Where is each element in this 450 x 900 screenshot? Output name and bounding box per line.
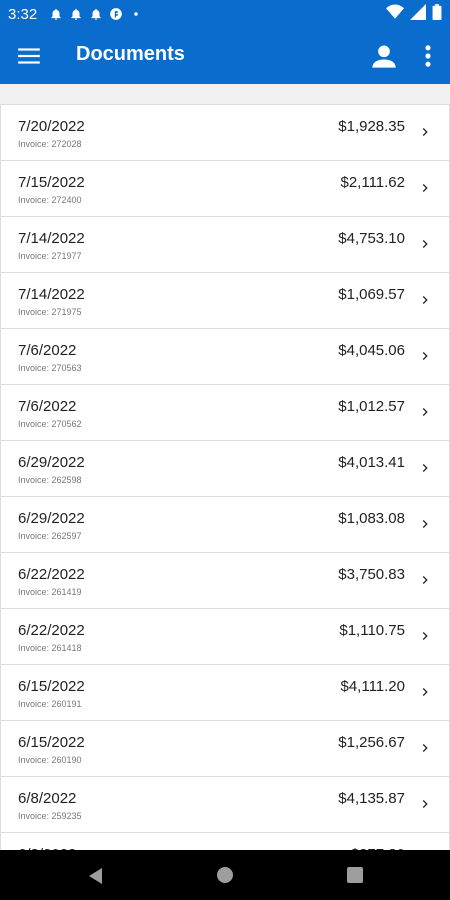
- document-amount: $4,111.20: [340, 678, 405, 695]
- document-amount: $4,013.41: [338, 454, 405, 471]
- document-date: 6/15/2022: [18, 678, 85, 695]
- chevron-right-icon: [422, 352, 428, 360]
- document-row[interactable]: 7/6/2022 Invoice: 270562 $1,012.57: [0, 385, 450, 441]
- document-date: 6/15/2022: [18, 734, 85, 751]
- bell-icon: [91, 8, 101, 20]
- document-date: 6/22/2022: [18, 622, 85, 639]
- invoice-number: Invoice: 261419: [18, 587, 82, 597]
- document-date: 7/20/2022: [18, 118, 85, 135]
- invoice-number: Invoice: 270563: [18, 363, 82, 373]
- document-row[interactable]: 6/22/2022 Invoice: 261418 $1,110.75: [0, 609, 450, 665]
- document-amount: $1,069.57: [338, 286, 405, 303]
- invoice-number: Invoice: 260190: [18, 755, 82, 765]
- back-icon[interactable]: [86, 866, 106, 886]
- document-row[interactable]: 6/29/2022 Invoice: 262598 $4,013.41: [0, 441, 450, 497]
- document-row[interactable]: 6/22/2022 Invoice: 261419 $3,750.83: [0, 553, 450, 609]
- document-row[interactable]: 6/29/2022 Invoice: 262597 $1,083.08: [0, 497, 450, 553]
- document-amount: $1,083.08: [338, 510, 405, 527]
- home-icon[interactable]: [217, 867, 233, 883]
- invoice-number: Invoice: 259235: [18, 811, 82, 821]
- invoice-number: Invoice: 262597: [18, 531, 82, 541]
- page-title: Documents: [76, 43, 185, 65]
- recent-apps-icon[interactable]: [347, 867, 363, 883]
- document-row[interactable]: 6/8/2022 Invoice: 259235 $4,135.87: [0, 777, 450, 833]
- document-row[interactable]: 6/8/2022$877.30: [0, 833, 450, 850]
- more-options-icon[interactable]: [418, 42, 438, 70]
- document-date: 6/22/2022: [18, 566, 85, 583]
- document-date: 6/29/2022: [18, 510, 85, 527]
- chevron-right-icon: [422, 744, 428, 752]
- document-amount: $1,256.67: [338, 734, 405, 751]
- wifi-icon: [386, 4, 404, 19]
- bell-icon: [71, 8, 81, 20]
- chevron-right-icon: [422, 240, 428, 248]
- document-amount: $2,111.62: [340, 174, 405, 191]
- document-amount: $1,928.35: [338, 118, 405, 135]
- app-notification-icon: [110, 8, 123, 20]
- document-amount: $4,045.06: [338, 342, 405, 359]
- status-bar: 3:32: [0, 0, 450, 28]
- system-status-icons: [386, 4, 442, 20]
- document-amount: $1,012.57: [338, 398, 405, 415]
- document-date: 6/8/2022: [18, 790, 77, 807]
- document-amount: $4,135.87: [338, 790, 405, 807]
- chevron-right-icon: [422, 800, 428, 808]
- chevron-right-icon: [422, 184, 428, 192]
- signal-icon: [410, 4, 426, 20]
- chevron-right-icon: [422, 296, 428, 304]
- status-time: 3:32: [8, 5, 38, 23]
- invoice-number: Invoice: 271975: [18, 307, 82, 317]
- notification-icons: [49, 7, 143, 21]
- document-date: 6/29/2022: [18, 454, 85, 471]
- battery-icon: [432, 4, 442, 20]
- invoice-number: Invoice: 261418: [18, 643, 82, 653]
- document-row[interactable]: 7/15/2022 Invoice: 272400 $2,111.62: [0, 161, 450, 217]
- document-amount: $4,753.10: [338, 230, 405, 247]
- invoice-number: Invoice: 262598: [18, 475, 82, 485]
- invoice-number: Invoice: 270562: [18, 419, 82, 429]
- navigation-bar: [0, 850, 450, 900]
- invoice-number: Invoice: 272400: [18, 195, 82, 205]
- document-row[interactable]: 7/14/2022 Invoice: 271975 $1,069.57: [0, 273, 450, 329]
- document-row[interactable]: 6/15/2022 Invoice: 260191 $4,111.20: [0, 665, 450, 721]
- document-amount: $1,110.75: [339, 622, 405, 639]
- bell-icon: [51, 8, 61, 20]
- document-row[interactable]: 6/15/2022 Invoice: 260190 $1,256.67: [0, 721, 450, 777]
- chevron-right-icon: [422, 128, 428, 136]
- document-date: 7/6/2022: [18, 398, 77, 415]
- document-row[interactable]: 7/20/2022 Invoice: 272028 $1,928.35: [0, 104, 450, 161]
- document-date: 7/6/2022: [18, 342, 77, 359]
- menu-icon[interactable]: [16, 43, 42, 69]
- document-date: 7/14/2022: [18, 230, 85, 247]
- chevron-right-icon: [422, 632, 428, 640]
- invoice-number: Invoice: 271977: [18, 251, 82, 261]
- document-date: 7/14/2022: [18, 286, 85, 303]
- invoice-number: Invoice: 272028: [18, 139, 82, 149]
- document-list: 7/20/2022 Invoice: 272028 $1,928.35 7/15/20…: [0, 104, 450, 850]
- chevron-right-icon: [422, 520, 428, 528]
- chevron-right-icon: [422, 688, 428, 696]
- app-bar: Documents: [0, 28, 450, 84]
- account-icon[interactable]: [370, 42, 398, 70]
- document-row[interactable]: 7/14/2022 Invoice: 271977 $4,753.10: [0, 217, 450, 273]
- chevron-right-icon: [422, 464, 428, 472]
- document-amount: $3,750.83: [338, 566, 405, 583]
- chevron-right-icon: [422, 576, 428, 584]
- invoice-number: Invoice: 260191: [18, 699, 82, 709]
- dot-icon: [134, 12, 138, 16]
- chevron-right-icon: [422, 408, 428, 416]
- document-row[interactable]: 7/6/2022 Invoice: 270563 $4,045.06: [0, 329, 450, 385]
- document-date: 7/15/2022: [18, 174, 85, 191]
